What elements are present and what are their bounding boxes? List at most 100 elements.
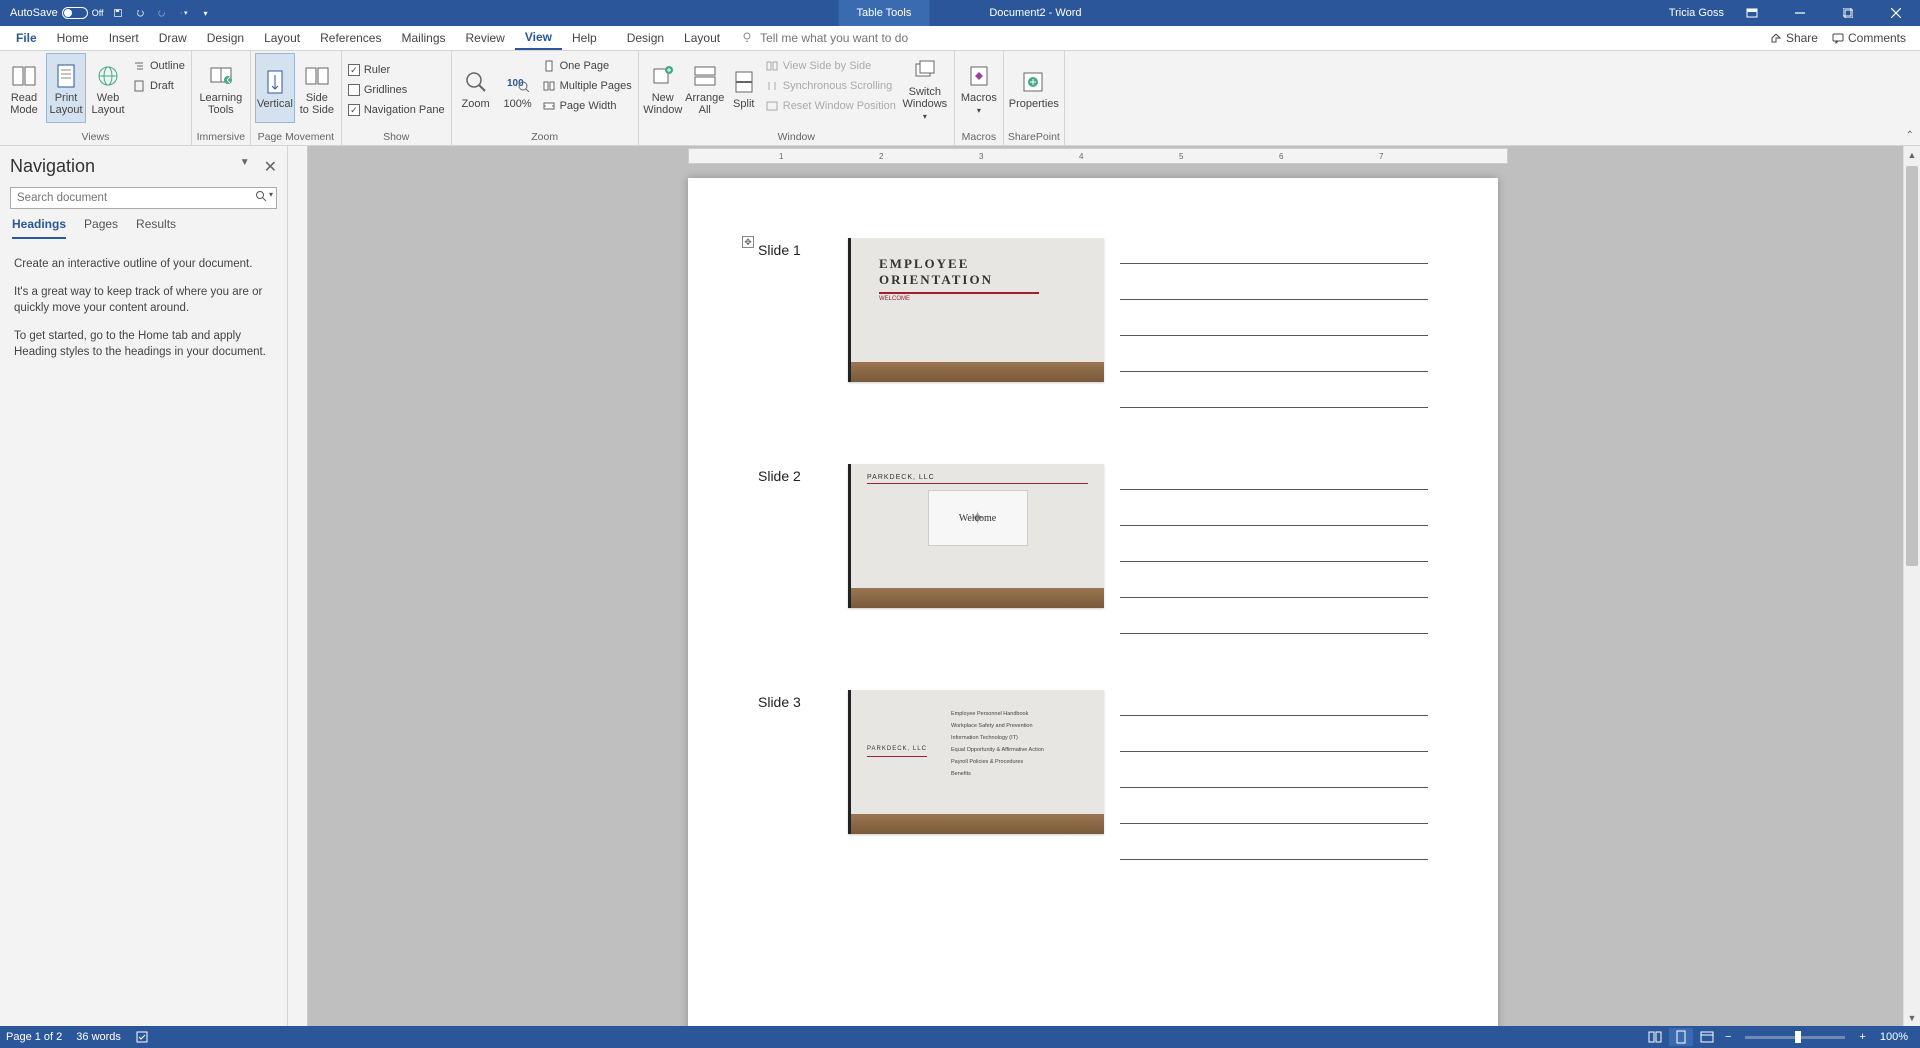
maximize-icon[interactable] — [1828, 0, 1868, 26]
side-to-side-button[interactable]: Side to Side — [297, 53, 337, 123]
comments-button[interactable]: Comments — [1832, 31, 1906, 45]
one-page-button[interactable]: One Page — [540, 57, 634, 75]
svg-text:100: 100 — [507, 78, 524, 89]
tab-insert[interactable]: Insert — [99, 26, 149, 50]
zoom-in-button[interactable]: + — [1855, 1031, 1869, 1043]
user-name[interactable]: Tricia Goss — [1669, 7, 1724, 19]
zoom-100-button[interactable]: 100 100% — [498, 53, 538, 123]
nav-close-icon[interactable]: ✕ — [264, 157, 277, 177]
slide-2-notes[interactable] — [1120, 464, 1428, 644]
vertical-ruler[interactable] — [288, 146, 308, 1026]
tab-help[interactable]: Help — [562, 26, 607, 50]
tab-table-layout[interactable]: Layout — [674, 26, 730, 50]
horizontal-ruler[interactable]: 123 456 7 — [688, 148, 1508, 164]
autosave-switch[interactable] — [62, 7, 88, 19]
tab-design[interactable]: Design — [197, 26, 254, 50]
draft-button[interactable]: Draft — [130, 77, 187, 95]
tab-table-design[interactable]: Design — [617, 26, 674, 50]
properties-button[interactable]: Properties — [1008, 53, 1060, 123]
arrange-all-button[interactable]: Arrange All — [685, 53, 725, 123]
macros-button[interactable]: Macros▾ — [959, 53, 999, 123]
page-movement-group-label: Page Movement — [255, 129, 337, 145]
share-button[interactable]: Share — [1770, 31, 1818, 45]
print-layout-icon — [52, 62, 80, 90]
zoom-percent[interactable]: 100% — [1880, 1031, 1908, 1043]
nav-tab-results[interactable]: Results — [136, 217, 176, 239]
zoom-slider[interactable] — [1745, 1036, 1845, 1039]
outline-button[interactable]: Outline — [130, 57, 187, 75]
switch-windows-button[interactable]: Switch Windows ▾ — [900, 53, 950, 123]
zoom-group-label: Zoom — [456, 129, 634, 145]
autosave-label: AutoSave — [10, 7, 58, 19]
gridlines-checkbox[interactable]: Gridlines — [346, 81, 447, 99]
touch-mode-icon[interactable]: ▾ — [176, 5, 192, 21]
scroll-down-icon[interactable]: ▼ — [1904, 1009, 1920, 1026]
web-layout-button[interactable]: Web Layout — [88, 53, 128, 123]
web-layout-view-icon[interactable] — [1695, 1028, 1719, 1046]
nav-tab-pages[interactable]: Pages — [84, 217, 118, 239]
print-layout-button[interactable]: Print Layout — [46, 53, 86, 123]
reset-window-position-button: Reset Window Position — [763, 97, 898, 115]
tab-mailings[interactable]: Mailings — [391, 26, 455, 50]
tab-draw[interactable]: Draw — [149, 26, 197, 50]
tellme-input[interactable] — [760, 31, 940, 45]
zoom-out-button[interactable]: − — [1721, 1031, 1735, 1043]
slide-1-label: Slide 1 — [758, 238, 848, 418]
multiple-pages-button[interactable]: Multiple Pages — [540, 77, 634, 95]
search-icon[interactable] — [255, 190, 267, 202]
spellcheck-icon[interactable] — [135, 1030, 149, 1044]
slide-3-label: Slide 3 — [758, 690, 848, 870]
tab-references[interactable]: References — [310, 26, 391, 50]
nav-tab-headings[interactable]: Headings — [12, 217, 66, 239]
read-mode-button[interactable]: Read Mode — [4, 53, 44, 123]
search-dropdown-icon[interactable]: ▾ — [269, 190, 273, 202]
slide-1-notes[interactable] — [1120, 238, 1428, 418]
immersive-group-label: Immersive — [196, 129, 246, 145]
tab-file[interactable]: File — [6, 26, 47, 50]
ribbon-display-icon[interactable] — [1732, 0, 1772, 26]
zoom-100-icon: 100 — [504, 68, 532, 96]
sharepoint-group-label: SharePoint — [1008, 129, 1060, 145]
tellme-icon — [740, 31, 754, 45]
document-title: Document2 - Word — [989, 0, 1081, 26]
redo-icon[interactable] — [154, 5, 170, 21]
nav-search-input[interactable] — [10, 187, 277, 209]
table-move-handle-icon[interactable]: ✥ — [742, 236, 754, 248]
navigation-pane-checkbox[interactable]: ✓Navigation Pane — [346, 101, 447, 119]
tab-view[interactable]: View — [515, 26, 562, 50]
save-icon[interactable] — [110, 5, 126, 21]
split-button[interactable]: Split — [727, 53, 761, 123]
arrange-all-icon — [691, 62, 719, 90]
page-count[interactable]: Page 1 of 2 — [6, 1031, 62, 1043]
autosave-toggle[interactable]: AutoSave Off — [10, 7, 104, 19]
nav-body-text: Create an interactive outline of your do… — [4, 240, 283, 388]
read-mode-icon — [10, 62, 38, 90]
sync-scroll-icon — [765, 79, 779, 93]
page-width-button[interactable]: Page Width — [540, 97, 634, 115]
new-window-button[interactable]: New Window — [643, 53, 683, 123]
word-count[interactable]: 36 words — [76, 1031, 121, 1043]
scroll-thumb[interactable] — [1906, 166, 1918, 566]
tab-layout[interactable]: Layout — [254, 26, 310, 50]
tab-home[interactable]: Home — [47, 26, 99, 50]
view-side-by-side-button[interactable]: View Side by Side — [763, 57, 898, 75]
print-layout-view-icon[interactable] — [1669, 1028, 1693, 1046]
close-icon[interactable] — [1876, 0, 1916, 26]
document-page[interactable]: ✥ Slide 1 EMPLOYEE ORIENTATION WELCOME — [688, 178, 1498, 1026]
navigation-title: Navigation — [10, 156, 95, 177]
outline-icon — [132, 59, 146, 73]
zoom-button[interactable]: Zoom — [456, 53, 496, 123]
ruler-checkbox[interactable]: ✓Ruler — [346, 61, 447, 79]
qat-customize-icon[interactable]: ▾ — [198, 5, 214, 21]
undo-icon[interactable] — [132, 5, 148, 21]
slide-3-notes[interactable] — [1120, 690, 1428, 870]
scroll-up-icon[interactable]: ▲ — [1904, 146, 1920, 163]
nav-options-icon[interactable]: ▼ — [240, 157, 250, 177]
read-mode-view-icon[interactable] — [1643, 1028, 1667, 1046]
vertical-scrollbar[interactable]: ▲ ▼ — [1903, 146, 1920, 1026]
minimize-icon[interactable] — [1780, 0, 1820, 26]
learning-tools-button[interactable]: Learning Tools — [196, 53, 246, 123]
vertical-button[interactable]: Vertical — [255, 53, 295, 123]
collapse-ribbon-icon[interactable]: ⌃ — [1906, 130, 1914, 141]
tab-review[interactable]: Review — [456, 26, 515, 50]
